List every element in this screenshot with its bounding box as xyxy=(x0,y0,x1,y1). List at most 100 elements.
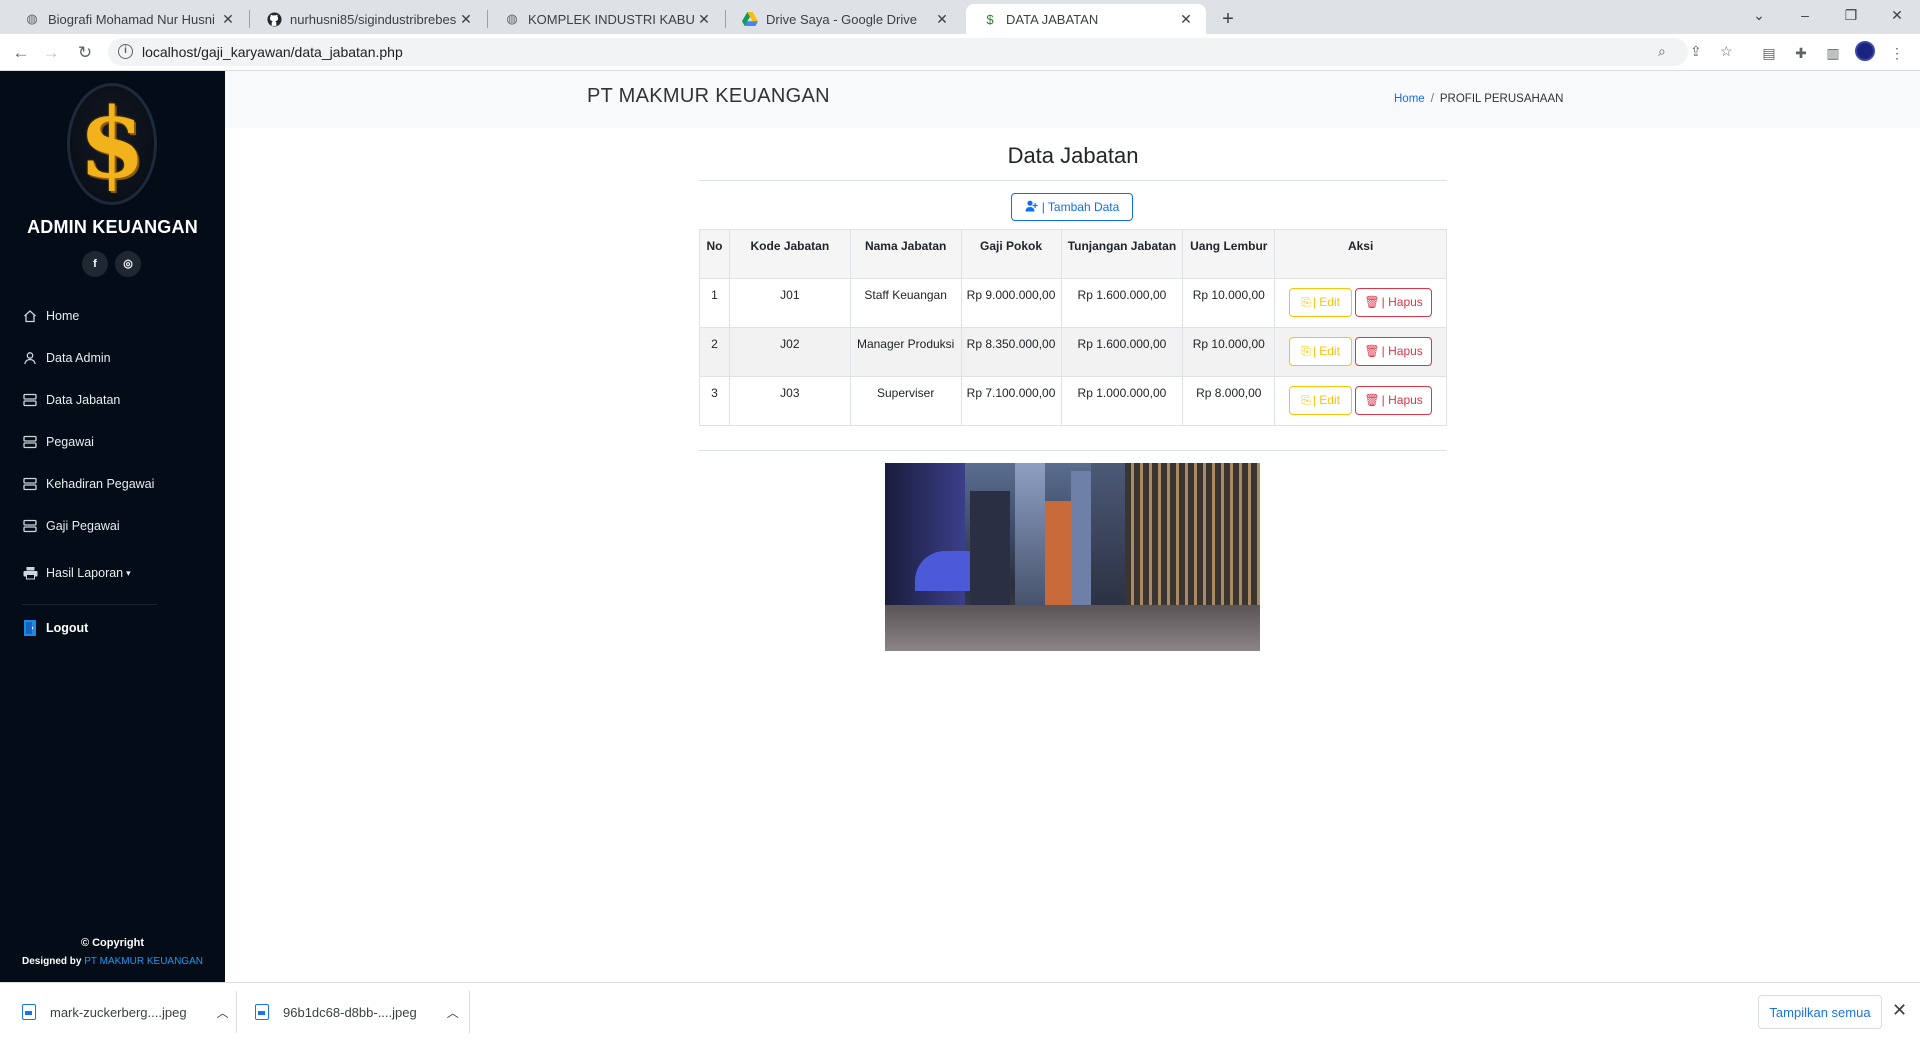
column-header-kode[interactable]: Kode Jabatan xyxy=(728,229,851,279)
forward-icon[interactable]: → xyxy=(38,40,64,66)
column-header-lembur[interactable]: Uang Lembur xyxy=(1182,229,1276,279)
sidebar-item-label: Pegawai xyxy=(46,435,94,449)
download-item[interactable]: 96b1dc68-d8bb-....jpeg ︿ xyxy=(255,983,459,1041)
delete-button[interactable]: 🗑 | Hapus xyxy=(1355,287,1433,317)
cell-tunjangan: Rp 1.000.000,00 xyxy=(1060,376,1184,426)
column-header-gaji[interactable]: Gaji Pokok xyxy=(960,229,1062,279)
cell-tunjangan: Rp 1.600.000,00 xyxy=(1060,327,1184,377)
column-header-tunjangan[interactable]: Tunjangan Jabatan xyxy=(1060,229,1184,279)
column-header-no[interactable]: No xyxy=(699,229,730,279)
delete-button[interactable]: 🗑 | Hapus xyxy=(1355,385,1433,415)
sidebar-item-data-admin[interactable]: Data Admin xyxy=(22,347,111,369)
github-icon xyxy=(266,11,282,27)
cell-lembur: Rp 10.000,00 xyxy=(1182,278,1276,328)
close-tab-icon[interactable]: ✕ xyxy=(694,11,714,28)
browser-tab[interactable]: Drive Saya - Google Drive ✕ xyxy=(726,4,962,34)
cell-nama: Staff Keuangan xyxy=(849,278,962,328)
globe-icon: ◍ xyxy=(26,11,38,26)
add-data-button[interactable]: | Tambah Data xyxy=(1011,193,1133,221)
browser-tab[interactable]: nurhusni85/sigindustribrebes.git ✕ xyxy=(250,4,486,34)
google-drive-icon xyxy=(742,11,758,27)
profile-avatar[interactable] xyxy=(1855,41,1875,61)
designed-by-label: Designed by xyxy=(22,956,82,967)
close-tab-icon[interactable]: ✕ xyxy=(932,11,952,28)
sidebar-item-hasil-laporan[interactable]: Hasil Laporan ▾ xyxy=(22,562,131,584)
cell-gaji: Rp 8.350.000,00 xyxy=(960,327,1062,377)
column-header-aksi: Aksi xyxy=(1274,229,1447,279)
home-icon xyxy=(22,308,38,324)
breadcrumb-home-link[interactable]: Home xyxy=(1394,93,1425,105)
restore-window-icon[interactable]: ❐ xyxy=(1828,0,1874,30)
cell-kode: J02 xyxy=(728,327,851,377)
chevron-up-icon[interactable]: ︿ xyxy=(217,1004,229,1021)
side-panel-icon[interactable]: ▥ xyxy=(1822,42,1844,64)
table-row: 2 J02 Manager Produksi Rp 8.350.000,00 R… xyxy=(699,327,1447,377)
tab-title: nurhusni85/sigindustribrebes.git xyxy=(290,11,456,27)
user-plus-icon xyxy=(1025,200,1038,215)
column-header-nama[interactable]: Nama Jabatan xyxy=(849,229,962,279)
menu-icon[interactable]: ⋮ xyxy=(1886,42,1908,64)
media-icon[interactable]: ▤ xyxy=(1758,42,1780,64)
sidebar-item-label: Kehadiran Pegawai xyxy=(46,477,155,491)
building-shape xyxy=(970,491,1010,611)
sidebar-item-gaji-pegawai[interactable]: Gaji Pegawai xyxy=(22,515,120,537)
extensions-icon[interactable]: ✚ xyxy=(1790,42,1812,64)
delete-button[interactable]: 🗑 | Hapus xyxy=(1355,336,1433,366)
cell-no: 3 xyxy=(699,376,730,426)
cell-no: 1 xyxy=(699,278,730,328)
back-icon[interactable]: ← xyxy=(8,40,34,66)
address-bar[interactable]: i localhost/gaji_karyawan/data_jabatan.p… xyxy=(108,38,1733,66)
building-shape xyxy=(1125,463,1260,611)
edit-label: | Edit xyxy=(1312,295,1340,309)
browser-tab[interactable]: ◍ Biografi Mohamad Nur Husni ✕ xyxy=(8,4,248,34)
cell-kode: J03 xyxy=(728,376,851,426)
close-tab-icon[interactable]: ✕ xyxy=(1176,11,1196,28)
sidebar: $ ADMIN KEUANGAN f ◎ Home Data Admin Dat… xyxy=(0,71,225,982)
sidebar-item-logout[interactable]: Logout xyxy=(22,617,88,639)
edit-button[interactable]: ⎘ | Edit xyxy=(1289,336,1353,366)
chevron-up-icon[interactable]: ︿ xyxy=(447,1004,459,1021)
designed-by: Designed by PT MAKMUR KEUANGAN xyxy=(0,956,225,967)
tab-title: DATA JABATAN xyxy=(1006,11,1099,27)
close-window-icon[interactable]: ✕ xyxy=(1874,0,1920,30)
close-tab-icon[interactable]: ✕ xyxy=(456,11,476,28)
browser-toolbar: ← → ↻ i localhost/gaji_karyawan/data_jab… xyxy=(0,34,1920,71)
close-tab-icon[interactable]: ✕ xyxy=(218,11,238,28)
browser-tab[interactable]: ◍ KOMPLEK INDUSTRI KABUPATEN ✕ xyxy=(488,4,724,34)
reload-icon[interactable]: ↻ xyxy=(72,40,98,66)
dollar-logo: $ xyxy=(67,83,157,205)
facebook-icon[interactable]: f xyxy=(82,251,108,277)
bookmark-star-icon[interactable]: ☆ xyxy=(1720,43,1733,60)
designed-by-link[interactable]: PT MAKMUR KEUANGAN xyxy=(84,956,203,967)
server-icon xyxy=(22,518,38,534)
url-text[interactable]: localhost/gaji_karyawan/data_jabatan.php xyxy=(142,44,403,60)
tab-search-icon[interactable]: ⌄ xyxy=(1736,0,1782,30)
show-all-downloads-button[interactable]: Tampilkan semua xyxy=(1758,995,1882,1029)
browser-tab-active[interactable]: $ DATA JABATAN ✕ xyxy=(966,4,1206,34)
new-tab-button[interactable]: + xyxy=(1215,6,1241,32)
edit-button[interactable]: ⎘ | Edit xyxy=(1289,385,1353,415)
site-info-icon[interactable]: i xyxy=(118,44,133,59)
jabatan-table: No Kode Jabatan Nama Jabatan Gaji Pokok … xyxy=(699,229,1447,426)
sidebar-item-pegawai[interactable]: Pegawai xyxy=(22,431,94,453)
caret-down-icon: ▾ xyxy=(126,567,131,578)
printer-icon xyxy=(22,565,38,581)
share-icon[interactable]: ⇪ xyxy=(1690,43,1702,60)
building-shape xyxy=(1015,463,1045,611)
cell-nama: Superviser xyxy=(849,376,962,426)
edit-button[interactable]: ⎘ | Edit xyxy=(1289,287,1353,317)
sidebar-item-label: Data Admin xyxy=(46,351,111,365)
sidebar-item-kehadiran-pegawai[interactable]: Kehadiran Pegawai xyxy=(22,473,154,495)
sidebar-item-label: Logout xyxy=(46,621,89,635)
cell-lembur: Rp 8.000,00 xyxy=(1182,376,1276,426)
zoom-icon[interactable]: ⌕ xyxy=(1658,43,1666,60)
sidebar-item-home[interactable]: Home xyxy=(22,305,79,327)
close-download-bar-icon[interactable]: ✕ xyxy=(1892,1000,1907,1021)
minimize-window-icon[interactable]: – xyxy=(1782,0,1828,30)
sidebar-item-data-jabatan[interactable]: Data Jabatan xyxy=(22,389,120,411)
trash-icon: 🗑 xyxy=(1364,344,1380,358)
image-file-icon xyxy=(22,1004,36,1020)
instagram-icon[interactable]: ◎ xyxy=(115,251,141,277)
copyright-text: © Copyright xyxy=(80,937,145,949)
download-item[interactable]: mark-zuckerberg....jpeg ︿ xyxy=(22,983,229,1041)
